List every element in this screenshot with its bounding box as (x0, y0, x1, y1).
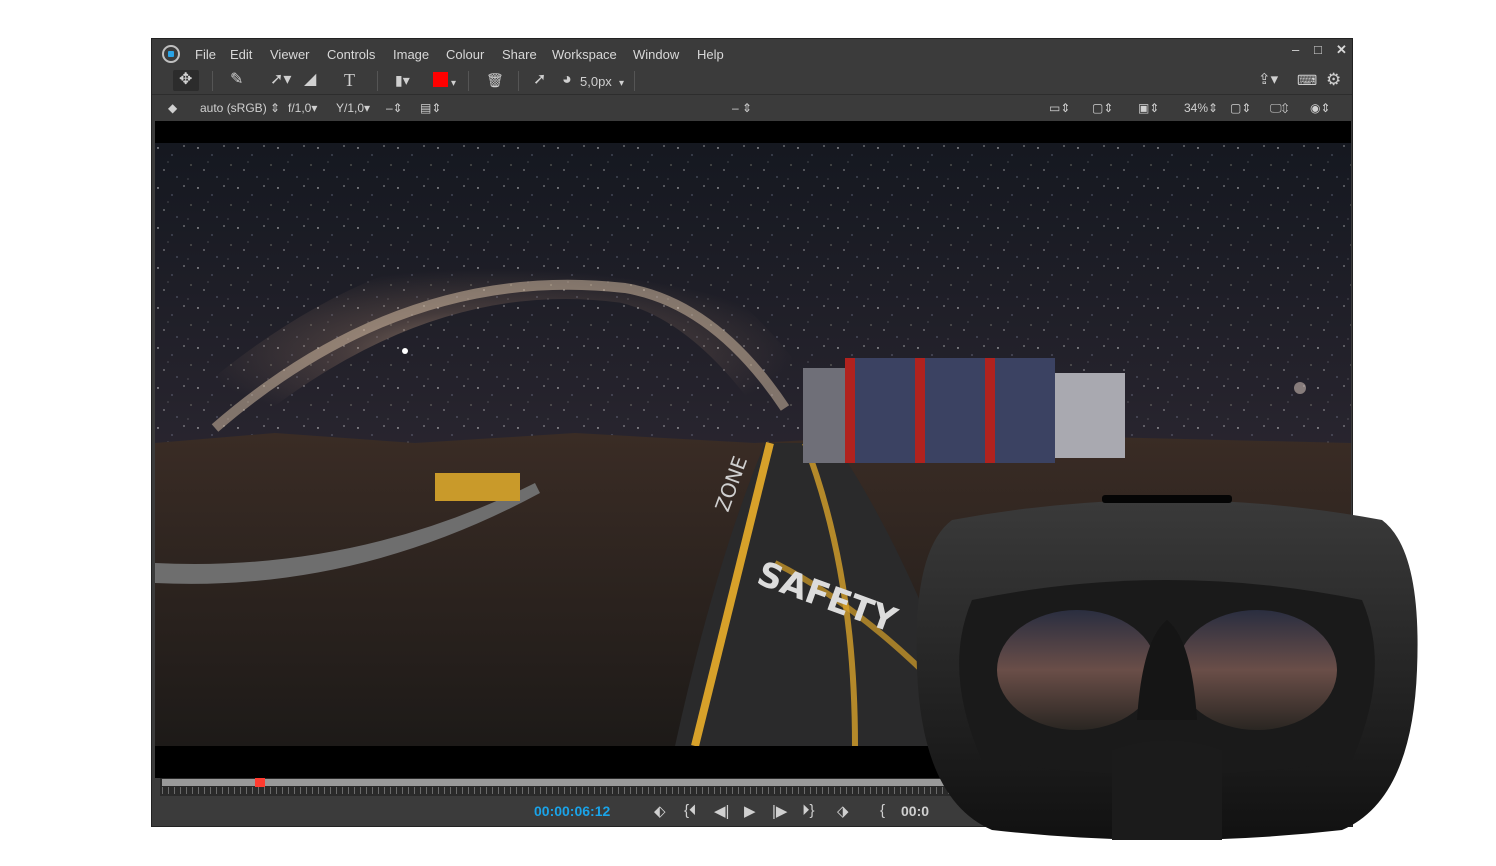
playhead[interactable] (255, 778, 265, 787)
toolbar-divider (468, 71, 469, 91)
brush-icon[interactable]: ✎ (230, 71, 243, 89)
safe-area-icon[interactable]: ▣⇕ (1138, 101, 1159, 115)
prev-marker-icon[interactable]: ⬖ (654, 802, 666, 820)
jump-end-icon[interactable]: ⏵} (802, 802, 815, 819)
step-forward-icon[interactable]: |▶ (772, 802, 787, 820)
eye-icon[interactable]: ◉⇕ (1310, 101, 1331, 115)
toolbar: ✥ ✎ ➚▾ ◢ T ▮▾ ▾ 🗑 ➚ ◕ 5,0px ▾ ⇪▾ ⌨ ⚙ (152, 67, 1352, 95)
keyboard-icon[interactable]: ⌨ (1297, 71, 1317, 89)
layers-icon[interactable]: ◆ (168, 101, 177, 115)
step-back-icon[interactable]: ◀| (714, 802, 729, 820)
timecode-display[interactable]: 00:00:06:12 (534, 803, 610, 819)
toolbar-divider (518, 71, 519, 91)
brush-size-icon[interactable]: ◕ (562, 71, 572, 89)
vr-headset-image (916, 495, 1418, 840)
frame-icon[interactable]: ▭⇕ (1049, 101, 1070, 115)
gear-icon[interactable]: ⚙ (1326, 71, 1341, 89)
chevron-down-icon[interactable]: ▾ (451, 75, 456, 93)
fstop-select[interactable]: f/1,0▾ (288, 101, 317, 115)
zoom-select[interactable]: 34%⇕ (1184, 101, 1218, 115)
color-swatch-icon[interactable] (433, 72, 448, 87)
menu-window[interactable]: Window (633, 47, 679, 62)
colorspace-select[interactable]: auto (sRGB) ⇕ (200, 101, 280, 115)
menu-file[interactable]: File (195, 47, 216, 62)
toolbar-divider (212, 71, 213, 91)
gamma-select[interactable]: Y/1,0▾ (336, 101, 370, 115)
eraser-icon[interactable]: ◢ (304, 71, 316, 89)
toolbar-divider (634, 71, 635, 91)
menu-help[interactable]: Help (697, 47, 724, 62)
brush-size-value[interactable]: 5,0px (580, 73, 612, 91)
menu-workspace[interactable]: Workspace (552, 47, 617, 62)
jump-start-icon[interactable]: {⏴ (684, 802, 697, 819)
trash-icon[interactable]: 🗑 (486, 71, 504, 89)
close-button[interactable]: ✕ (1336, 42, 1347, 58)
compare-icon[interactable]: ▮▾ (395, 71, 410, 89)
view-options-bar: ◆ auto (sRGB) ⇕ f/1,0▾ Y/1,0▾ –⇕ ▤⇕ – ⇕ … (152, 95, 1352, 121)
menu-bar: File Edit Viewer Controls Image Colour S… (152, 39, 1352, 67)
in-point-icon[interactable]: { (880, 802, 885, 819)
crop-icon[interactable]: ▢⇕ (1092, 101, 1113, 115)
arrow-icon[interactable]: ➚▾ (270, 71, 291, 89)
menu-share[interactable]: Share (502, 47, 537, 62)
next-marker-icon[interactable]: ⬗ (837, 802, 849, 820)
menu-edit[interactable]: Edit (230, 47, 252, 62)
maximize-button[interactable]: □ (1314, 42, 1322, 57)
monitor-icon[interactable]: 🖵⇕ (1270, 101, 1288, 116)
minimize-button[interactable]: – (1292, 42, 1299, 57)
chevron-down-icon[interactable]: ▾ (619, 75, 624, 93)
menu-image[interactable]: Image (393, 47, 429, 62)
share-icon[interactable]: ⇪▾ (1258, 71, 1278, 89)
channel-select[interactable]: –⇕ (386, 101, 403, 115)
app-logo-icon (162, 45, 180, 63)
menu-controls[interactable]: Controls (327, 47, 375, 62)
aspect-icon[interactable]: ▢⇕ (1230, 101, 1251, 115)
center-select[interactable]: – ⇕ (732, 101, 752, 115)
display-mode-icon[interactable]: ▤⇕ (420, 101, 441, 115)
toolbar-divider (377, 71, 378, 91)
text-icon[interactable]: T (344, 71, 355, 89)
pointer-icon[interactable]: ➚ (533, 71, 546, 89)
play-icon[interactable]: ▶ (744, 802, 756, 820)
menu-colour[interactable]: Colour (446, 47, 484, 62)
menu-viewer[interactable]: Viewer (270, 47, 310, 62)
move-icon[interactable]: ✥ (179, 71, 192, 89)
